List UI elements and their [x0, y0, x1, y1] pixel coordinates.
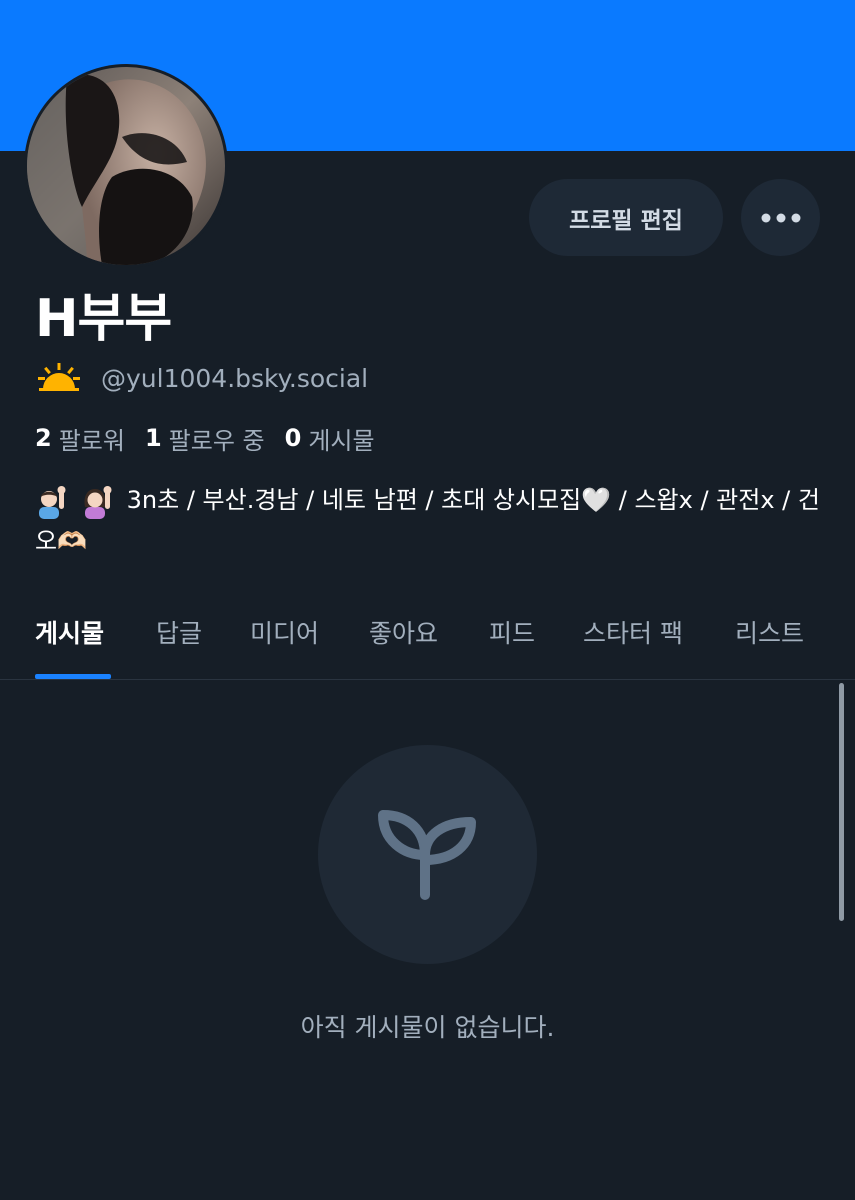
tab-posts[interactable]: 게시물 [35, 614, 104, 668]
edit-profile-button[interactable]: 프로필 편집 [529, 179, 723, 256]
profile-tabs: 게시물 답글 미디어 좋아요 피드 스타터 팩 리스트 [0, 600, 855, 680]
bio-emojis [35, 481, 119, 521]
posts-stat: 0 게시물 [285, 421, 375, 456]
bio-text: 3n초 / 부산.경남 / 네토 남편 / 초대 상시모집🤍 / 스왑x / 관… [35, 486, 820, 555]
display-name: H부부 [35, 289, 172, 349]
posts-count: 0 [284, 424, 302, 452]
tab-lists[interactable]: 리스트 [735, 614, 804, 668]
followers-count: 2 [35, 424, 52, 452]
scrollbar[interactable] [839, 683, 844, 921]
more-options-button[interactable] [741, 179, 820, 256]
tab-feeds[interactable]: 피드 [489, 614, 535, 668]
followers-stat[interactable]: 2 팔로워 [35, 421, 125, 456]
empty-state-icon-circle [318, 745, 537, 964]
avatar-image [27, 67, 225, 265]
profile-bio: 3n초 / 부산.경남 / 네토 남편 / 초대 상시모집🤍 / 스왑x / 관… [35, 480, 825, 561]
sprout-icon [377, 809, 476, 900]
tab-likes[interactable]: 좋아요 [369, 614, 438, 668]
followers-label: 팔로워 [58, 426, 125, 455]
tab-media[interactable]: 미디어 [250, 614, 319, 668]
sunrise-icon [38, 363, 80, 391]
posts-label: 게시물 [308, 426, 375, 455]
handle[interactable]: @yul1004.bsky.social [101, 364, 368, 393]
man-raising-hand-icon [39, 486, 66, 519]
following-stat[interactable]: 1 팔로우 중 [145, 421, 265, 456]
tab-replies[interactable]: 답글 [156, 614, 202, 668]
profile-page: 프로필 편집 H부부 @yul1004.bsky.social 2 팔로워 1 … [0, 0, 855, 1200]
active-tab-indicator [35, 674, 111, 679]
tab-starter-packs[interactable]: 스타터 팩 [583, 614, 683, 668]
woman-raising-hand-icon [84, 486, 112, 519]
following-count: 1 [144, 424, 162, 452]
more-options-icon [761, 213, 800, 222]
empty-state-message: 아직 게시물이 없습니다. [300, 1013, 555, 1042]
avatar[interactable] [24, 64, 228, 268]
stats-row: 2 팔로워 1 팔로우 중 0 게시물 [35, 420, 395, 456]
handle-row: @yul1004.bsky.social [37, 360, 368, 396]
following-label: 팔로우 중 [168, 426, 265, 455]
